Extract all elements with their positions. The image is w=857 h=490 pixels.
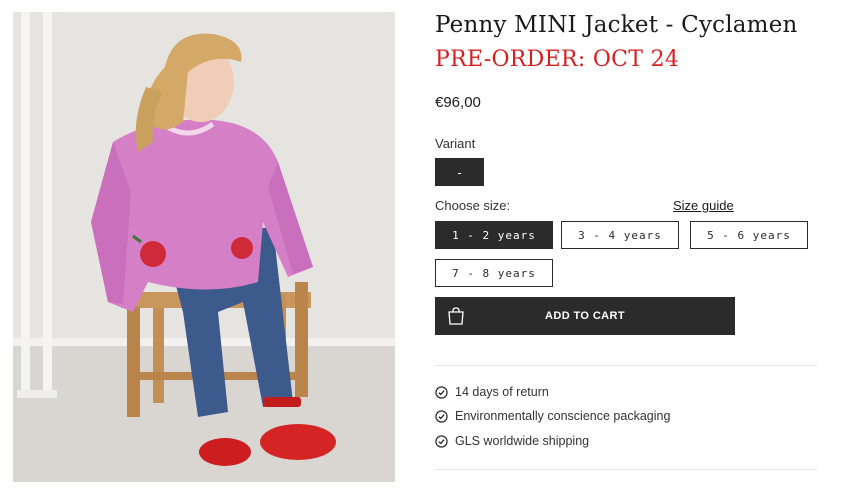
size-label: Choose size: [435,198,511,213]
product-title: Penny MINI Jacket - Cyclamen [435,12,798,38]
add-to-cart-label: ADD TO CART [545,310,625,322]
product-price: €96,00 [435,94,481,111]
perk-returns: 14 days of return [435,383,549,401]
check-circle-icon [435,409,448,423]
variant-label: Variant [435,136,476,151]
perk-packaging: Environmentally conscience packaging [435,407,670,425]
perk-shipping: GLS worldwide shipping [435,432,589,450]
add-to-cart-button[interactable]: ADD TO CART [435,297,735,335]
perk-text: Environmentally conscience packaging [455,409,671,423]
divider [435,365,817,366]
size-guide-link[interactable]: Size guide [673,198,734,213]
size-option-7-8-years[interactable]: 7 - 8 years [435,259,553,287]
variant-option-button[interactable]: - [435,158,484,186]
perk-text: 14 days of return [455,385,549,399]
divider [435,469,817,470]
perk-text: GLS worldwide shipping [455,434,590,448]
size-option-1-2-years[interactable]: 1 - 2 years [435,221,553,249]
product-image [13,12,395,482]
check-circle-icon [435,434,448,448]
preorder-notice: PRE-ORDER: OCT 24 [435,47,680,72]
check-circle-icon [435,385,448,399]
size-option-5-6-years[interactable]: 5 - 6 years [690,221,808,249]
size-option-3-4-years[interactable]: 3 - 4 years [561,221,679,249]
shopping-bag-icon [448,307,464,325]
